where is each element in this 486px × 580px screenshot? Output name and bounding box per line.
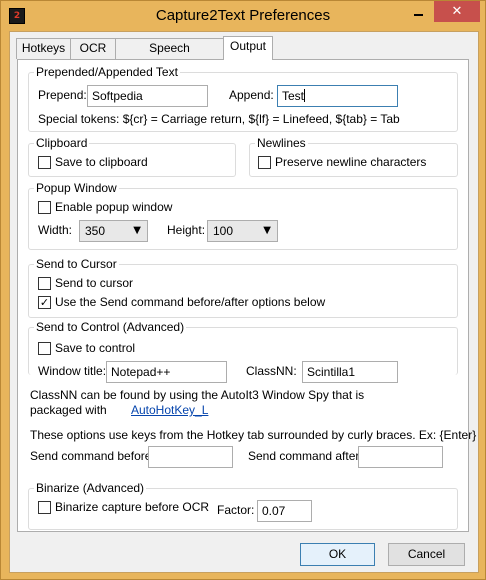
prepended-appended-label: Prepended/Appended Text xyxy=(34,65,180,79)
options-info-text: These options use keys from the Hotkey t… xyxy=(30,428,477,442)
binarize-label: Binarize (Advanced) xyxy=(34,481,147,495)
save-to-clipboard-label: Save to clipboard xyxy=(55,155,148,169)
append-label: Append: xyxy=(229,88,274,102)
enable-popup-label: Enable popup window xyxy=(55,200,173,214)
enable-popup-box xyxy=(38,201,51,214)
width-label: Width: xyxy=(38,223,73,237)
height-value: 100 xyxy=(213,224,234,238)
minimize-button[interactable] xyxy=(405,1,432,22)
factor-input[interactable]: 0.07 xyxy=(257,500,312,522)
width-select[interactable]: 350 ▼ xyxy=(79,220,148,242)
save-to-control-checkbox[interactable]: Save to control xyxy=(38,341,143,357)
binarize-capture-label: Binarize capture before OCR xyxy=(55,500,210,514)
clipboard-label: Clipboard xyxy=(34,136,90,150)
height-label: Height: xyxy=(167,223,206,237)
cancel-button[interactable]: Cancel xyxy=(388,543,465,566)
tab-speech-recognition[interactable]: Speech Recognition xyxy=(115,38,224,74)
save-to-control-box xyxy=(38,342,51,355)
send-after-input[interactable] xyxy=(358,446,443,468)
append-input[interactable]: Test xyxy=(277,85,398,107)
chevron-down-icon: ▼ xyxy=(133,225,141,236)
title-bar[interactable]: 2 Capture2Text Preferences ✕ xyxy=(1,1,485,31)
prepend-label: Prepend: xyxy=(38,88,87,102)
send-to-cursor-box xyxy=(38,277,51,290)
save-to-control-label: Save to control xyxy=(55,341,136,355)
window-title-label: Window title: xyxy=(38,364,107,378)
prepend-input[interactable]: Softpedia xyxy=(87,85,208,107)
chevron-down-icon: ▼ xyxy=(263,225,271,236)
binarize-capture-checkbox[interactable]: Binarize capture before OCR xyxy=(38,500,209,516)
send-to-cursor-label: Send to Cursor xyxy=(34,257,119,271)
classnn-label: ClassNN: xyxy=(246,364,297,378)
tab-output[interactable]: Output xyxy=(223,36,273,60)
preserve-newlines-box xyxy=(258,156,271,169)
append-value: Test xyxy=(282,89,305,103)
send-to-cursor-checkbox[interactable]: Send to cursor xyxy=(38,276,158,292)
tab-ocr[interactable]: OCR xyxy=(70,38,116,59)
popup-window-label: Popup Window xyxy=(34,181,119,195)
send-before-input[interactable] xyxy=(148,446,233,468)
classnn-input[interactable]: Scintilla1 xyxy=(302,361,398,383)
use-send-command-checkbox[interactable]: ✓ Use the Send command before/after opti… xyxy=(38,295,325,311)
checkmark-icon: ✓ xyxy=(38,296,51,309)
save-to-clipboard-box xyxy=(38,156,51,169)
classnn-info-line2: packaged with xyxy=(30,403,107,417)
ok-button[interactable]: OK xyxy=(300,543,375,566)
send-after-label: Send command after: xyxy=(248,449,363,463)
binarize-capture-box xyxy=(38,501,51,514)
preserve-newlines-label: Preserve newline characters xyxy=(275,155,427,169)
send-before-label: Send command before: xyxy=(30,449,155,463)
width-value: 350 xyxy=(85,224,106,238)
send-to-cursor-text: Send to cursor xyxy=(55,276,134,290)
height-select[interactable]: 100 ▼ xyxy=(207,220,278,242)
close-button[interactable]: ✕ xyxy=(434,1,480,22)
use-send-command-label: Use the Send command before/after option… xyxy=(55,295,326,309)
special-tokens-text: Special tokens: ${cr} = Carriage return,… xyxy=(38,112,400,126)
save-to-clipboard-checkbox[interactable]: Save to clipboard xyxy=(38,155,198,171)
newlines-label: Newlines xyxy=(255,136,308,150)
preserve-newlines-checkbox[interactable]: Preserve newline characters xyxy=(258,155,453,171)
text-caret xyxy=(304,89,306,102)
send-to-control-label: Send to Control (Advanced) xyxy=(34,320,187,334)
autohotkey-link[interactable]: AutoHotKey_L xyxy=(131,403,208,417)
enable-popup-checkbox[interactable]: Enable popup window xyxy=(38,200,188,216)
tab-hotkeys[interactable]: Hotkeys xyxy=(16,38,71,59)
classnn-info-line1: ClassNN can be found by using the AutoIt… xyxy=(30,388,365,402)
window-title-input[interactable]: Notepad++ xyxy=(106,361,227,383)
factor-label: Factor: xyxy=(217,503,255,517)
